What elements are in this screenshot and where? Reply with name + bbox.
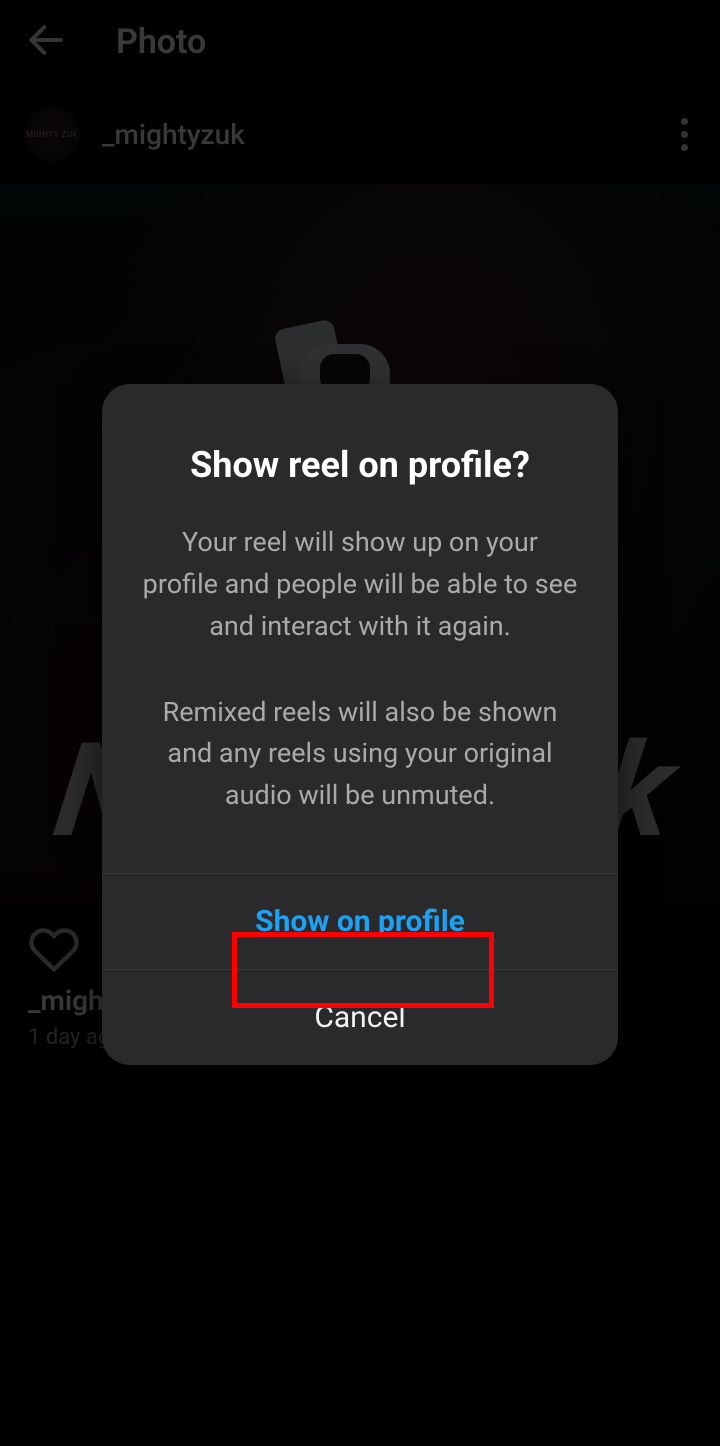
confirm-dialog: Show reel on profile? Your reel will sho… xyxy=(102,384,618,1065)
dialog-title: Show reel on profile? xyxy=(142,444,578,486)
cancel-label: Cancel xyxy=(314,1000,405,1035)
dialog-text-2: Remixed reels will also be shown and any… xyxy=(142,692,578,818)
dialog-body: Show reel on profile? Your reel will sho… xyxy=(102,384,618,873)
show-on-profile-button[interactable]: Show on profile xyxy=(102,873,618,969)
cancel-button[interactable]: Cancel xyxy=(102,969,618,1065)
dialog-text-1: Your reel will show up on your profile a… xyxy=(142,522,578,648)
show-on-profile-label: Show on profile xyxy=(255,904,465,939)
